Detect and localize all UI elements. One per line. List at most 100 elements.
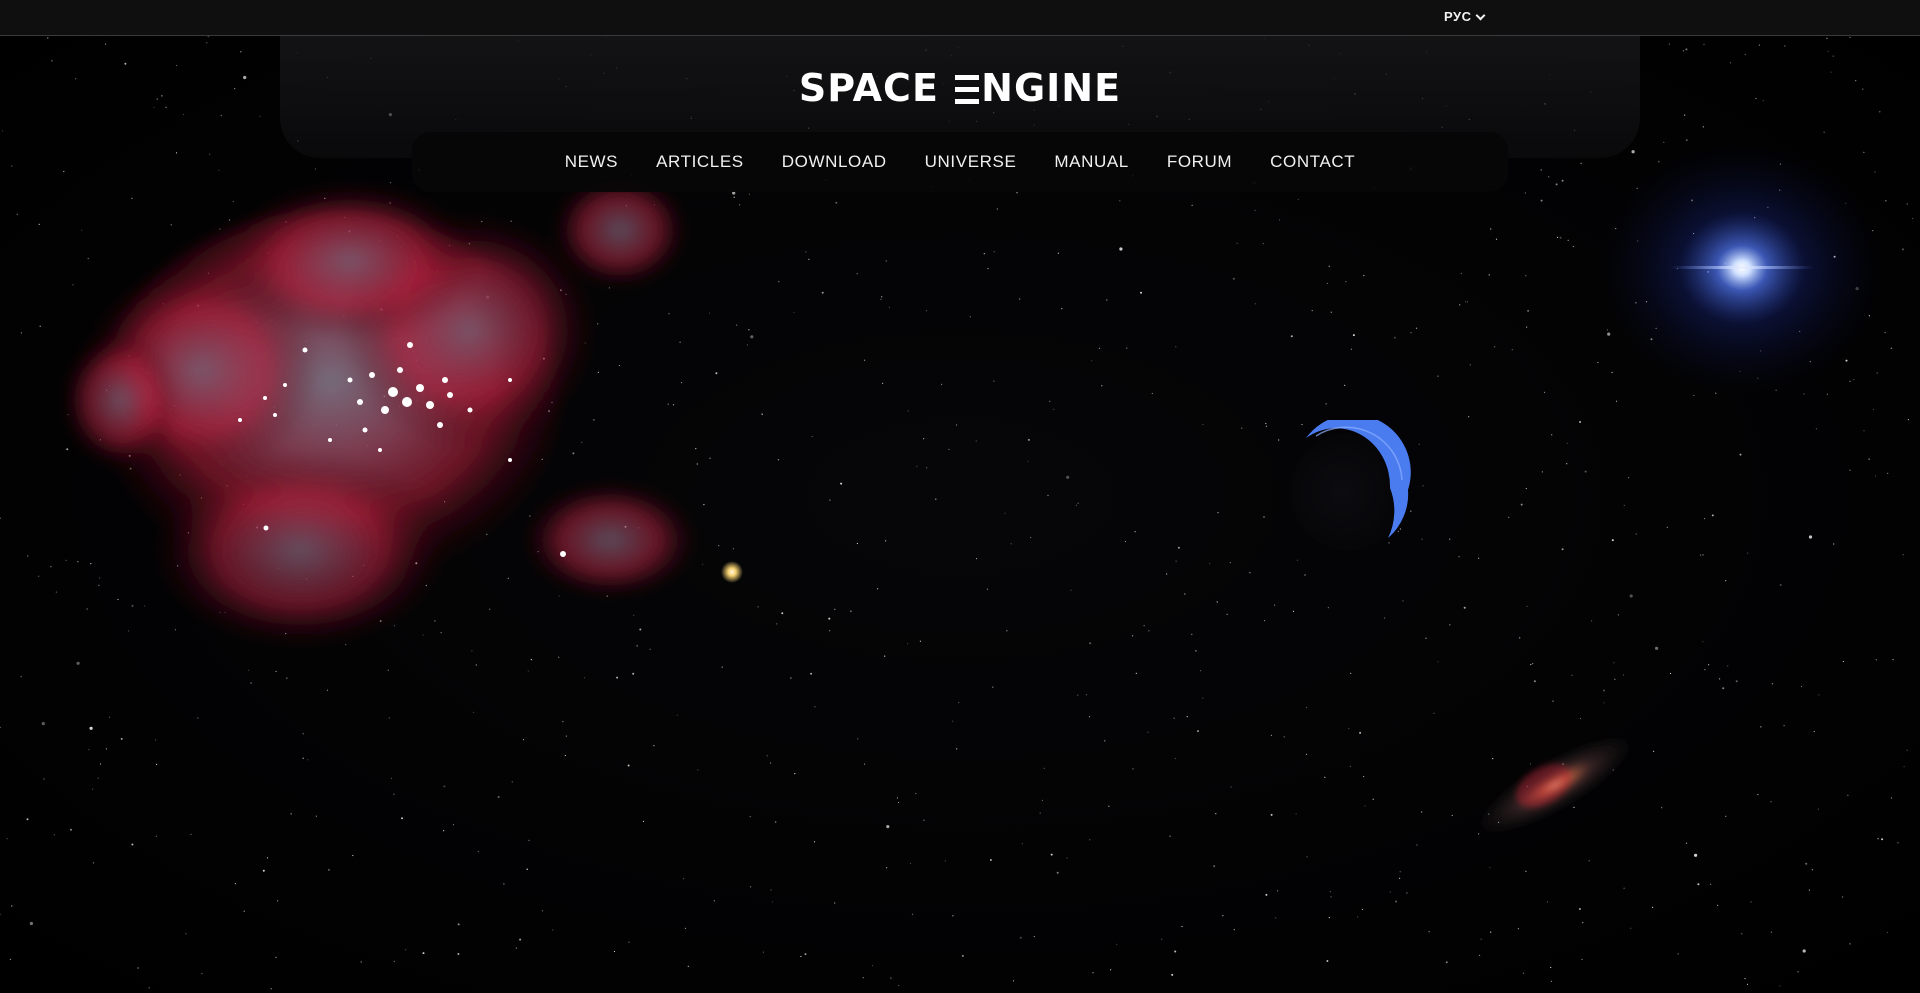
star-dot: [857, 738, 859, 740]
star-dot: [1817, 808, 1819, 810]
star-dot: [526, 868, 528, 870]
language-switcher[interactable]: РУС: [1444, 9, 1486, 24]
star-dot: [1823, 131, 1825, 133]
star-dot: [105, 748, 107, 750]
star-dot: [1148, 630, 1150, 632]
star-dot: [835, 202, 837, 204]
nav-articles[interactable]: ARTICLES: [637, 152, 763, 172]
star-dot: [1140, 291, 1142, 294]
star-dot: [1682, 50, 1685, 52]
star-dot: [1591, 620, 1593, 622]
star-dot: [1174, 950, 1177, 953]
star-dot: [975, 558, 978, 560]
star-dot: [1841, 896, 1844, 898]
star-dot: [989, 859, 992, 861]
nav-contact[interactable]: CONTACT: [1251, 152, 1374, 172]
star-dot: [778, 281, 780, 283]
star-dot: [1629, 594, 1633, 598]
star-dot: [1230, 786, 1232, 788]
star-dot: [1561, 179, 1564, 182]
star-dot: [1202, 697, 1204, 699]
site-logo[interactable]: SPACE NGINE: [0, 66, 1920, 110]
star-dot: [1449, 538, 1451, 540]
star-dot: [856, 542, 859, 545]
star-dot: [302, 733, 304, 735]
star-dot: [888, 306, 891, 308]
star-dot: [1849, 469, 1851, 471]
logo-text-left: SPACE: [798, 66, 939, 110]
star-dot: [1088, 716, 1091, 718]
star-dot: [1770, 801, 1772, 803]
star-dot: [1525, 487, 1527, 490]
star-dot: [1623, 504, 1625, 506]
star-dot: [1161, 938, 1163, 940]
star-dot: [776, 623, 778, 625]
star-dot: [1702, 126, 1704, 128]
star-dot: [713, 900, 715, 902]
star-dot: [1615, 400, 1618, 402]
star-dot: [1478, 557, 1480, 559]
star-dot: [1849, 36, 1851, 38]
star-dot: [1757, 794, 1759, 796]
star-dot: [642, 820, 645, 823]
star-dot: [1195, 650, 1197, 652]
star-dot: [519, 938, 522, 941]
star-dot: [856, 273, 858, 275]
nav-forum[interactable]: FORUM: [1148, 152, 1251, 172]
star-dot: [155, 835, 157, 838]
star-dot: [1275, 917, 1277, 919]
star-dot: [1445, 961, 1448, 964]
star-dot: [1134, 531, 1136, 533]
main-navigation: NEWS ARTICLES DOWNLOAD UNIVERSE MANUAL F…: [412, 132, 1508, 192]
star-dot: [1725, 580, 1727, 582]
star-dot: [840, 482, 843, 485]
nav-news[interactable]: NEWS: [546, 152, 637, 172]
star-dot: [911, 913, 914, 915]
star-dot: [1744, 978, 1746, 980]
star-dot: [935, 498, 937, 500]
star-dot: [1872, 408, 1874, 411]
star-dot: [961, 954, 964, 957]
star-dot: [897, 801, 900, 804]
star-dot: [1222, 915, 1224, 917]
star-dot: [1784, 45, 1786, 47]
star-dot: [1635, 533, 1637, 535]
star-dot: [1578, 908, 1581, 910]
star-dot: [993, 380, 995, 382]
star-dot: [1213, 865, 1216, 868]
star-dot: [175, 152, 178, 154]
star-dot: [262, 869, 265, 872]
star-dot: [1617, 614, 1619, 616]
star-dot: [1886, 931, 1888, 934]
blue-planet-image: [1290, 420, 1411, 550]
star-dot: [1717, 904, 1719, 906]
star-dot: [1361, 908, 1363, 911]
star-dot: [955, 424, 958, 426]
star-dot: [907, 410, 909, 412]
star-dot: [777, 459, 780, 461]
star-dot: [1703, 43, 1705, 46]
star-dot: [401, 817, 403, 820]
star-dot: [457, 953, 460, 955]
star-dot: [443, 830, 445, 832]
star-dot: [986, 588, 989, 590]
star-dot: [1328, 917, 1330, 919]
star-dot: [1579, 717, 1582, 720]
star-dot: [1903, 766, 1905, 768]
star-dot: [958, 702, 960, 704]
star-dot: [1232, 277, 1235, 280]
star-dot: [1389, 891, 1391, 893]
star-dot: [1047, 494, 1049, 496]
star-dot: [805, 251, 807, 253]
star-dot: [1012, 980, 1015, 982]
nav-download[interactable]: DOWNLOAD: [763, 152, 906, 172]
star-dot: [1708, 664, 1710, 666]
star-dot: [864, 359, 866, 361]
star-dot: [70, 828, 72, 831]
star-dot: [1304, 574, 1306, 576]
nav-universe[interactable]: UNIVERSE: [906, 152, 1036, 172]
star-dot: [1041, 799, 1043, 802]
star-dot: [1559, 236, 1562, 239]
star-dot: [1278, 219, 1281, 221]
nav-manual[interactable]: MANUAL: [1035, 152, 1147, 172]
